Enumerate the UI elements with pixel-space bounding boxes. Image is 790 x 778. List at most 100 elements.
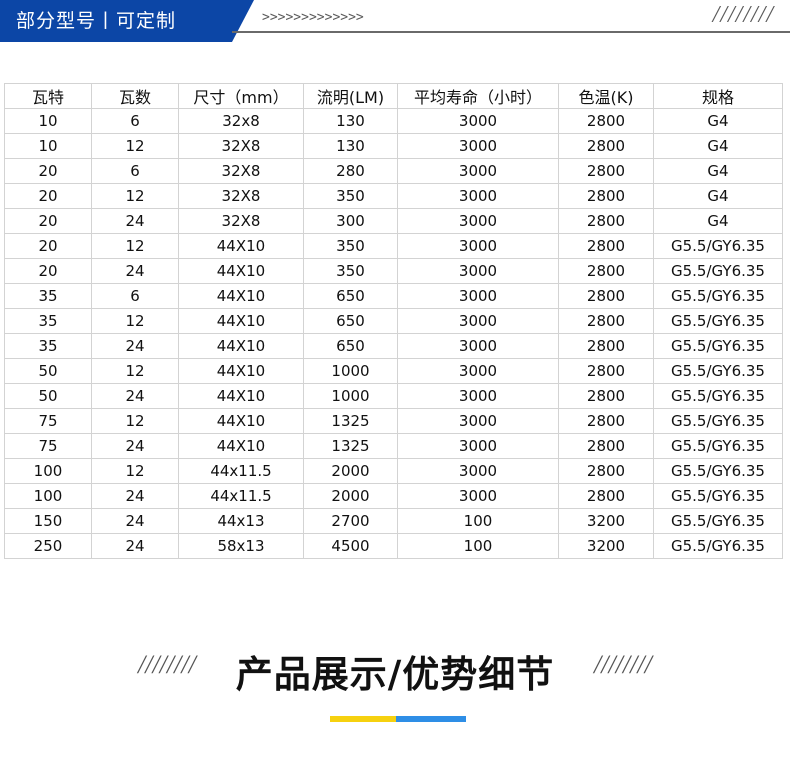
banner-arrows-decoration: >>>>>>>>>>>>> (262, 10, 364, 25)
table-cell: 20 (4, 233, 92, 259)
table-cell: 2800 (558, 233, 654, 259)
accent-bar-blue (396, 716, 466, 722)
table-cell: 2800 (558, 258, 654, 284)
table-cell: 150 (4, 508, 92, 534)
table-cell: G5.5/GY6.35 (653, 408, 783, 434)
table-cell: 2800 (558, 483, 654, 509)
table-cell: 32X8 (178, 158, 304, 184)
table-cell: 35 (4, 283, 92, 309)
table-cell: 6 (91, 158, 179, 184)
table-cell: G5.5/GY6.35 (653, 333, 783, 359)
table-row: 20 12 44X10 350 3000 2800 G5.5/GY6.35 (4, 233, 783, 259)
table-cell: 130 (303, 133, 398, 159)
table-cell: 2800 (558, 183, 654, 209)
table-header-row: 瓦特 瓦数 尺寸（mm） 流明(LM) 平均寿命（小时） 色温(K) 规格 (4, 83, 783, 109)
table-cell: G5.5/GY6.35 (653, 458, 783, 484)
table-row: 100 12 44x11.5 2000 3000 2800 G5.5/GY6.35 (4, 458, 783, 484)
table-row: 150 24 44x13 2700 100 3200 G5.5/GY6.35 (4, 508, 783, 534)
table-cell: 2800 (558, 333, 654, 359)
table-body: 10 6 32x8 130 3000 2800 G4 10 12 32X8 130 3000 2800 G… (4, 108, 783, 559)
table-cell: 44x11.5 (178, 483, 304, 509)
table-row: 100 24 44x11.5 2000 3000 2800 G5.5/GY6.35 (4, 483, 783, 509)
table-cell: 300 (303, 208, 398, 234)
table-cell: 24 (91, 483, 179, 509)
table-cell: 44X10 (178, 358, 304, 384)
table-cell: 32x8 (178, 108, 304, 134)
table-cell: 20 (4, 183, 92, 209)
table-cell: 3000 (397, 483, 559, 509)
table-cell: 12 (91, 308, 179, 334)
column-header: 规格 (653, 83, 783, 109)
table-cell: G5.5/GY6.35 (653, 258, 783, 284)
table-cell: 2800 (558, 408, 654, 434)
table-cell: 3000 (397, 283, 559, 309)
table-cell: G4 (653, 158, 783, 184)
table-cell: 12 (91, 183, 179, 209)
banner-slashes-decoration: //////// (712, 2, 774, 28)
table-cell: 3000 (397, 208, 559, 234)
table-row: 20 24 32X8 300 3000 2800 G4 (4, 208, 783, 234)
spec-table: 瓦特 瓦数 尺寸（mm） 流明(LM) 平均寿命（小时） 色温(K) 规格 10… (4, 83, 783, 559)
banner-divider-line (232, 31, 790, 33)
table-cell: 24 (91, 533, 179, 559)
table-cell: 280 (303, 158, 398, 184)
table-cell: 24 (91, 258, 179, 284)
table-cell: 20 (4, 208, 92, 234)
table-cell: 2700 (303, 508, 398, 534)
column-header: 色温(K) (558, 83, 654, 109)
table-cell: 1000 (303, 383, 398, 409)
table-cell: 44X10 (178, 433, 304, 459)
table-cell: G5.5/GY6.35 (653, 383, 783, 409)
table-cell: 44X10 (178, 333, 304, 359)
table-cell: 100 (4, 483, 92, 509)
table-row: 10 6 32x8 130 3000 2800 G4 (4, 108, 783, 134)
banner-title: 部分型号丨可定制 (16, 10, 177, 32)
table-cell: 44X10 (178, 233, 304, 259)
table-cell: 35 (4, 308, 92, 334)
table-cell: 2000 (303, 483, 398, 509)
table-cell: 3000 (397, 308, 559, 334)
table-cell: 2800 (558, 433, 654, 459)
table-cell: 12 (91, 408, 179, 434)
table-cell: 100 (397, 508, 559, 534)
table-cell: 24 (91, 383, 179, 409)
table-cell: G5.5/GY6.35 (653, 533, 783, 559)
table-row: 50 12 44X10 1000 3000 2800 G5.5/GY6.35 (4, 358, 783, 384)
column-header: 平均寿命（小时） (397, 83, 559, 109)
table-cell: 2800 (558, 383, 654, 409)
table-cell: 12 (91, 233, 179, 259)
table-cell: 10 (4, 133, 92, 159)
table-cell: 1325 (303, 433, 398, 459)
table-cell: 3000 (397, 408, 559, 434)
table-row: 20 12 32X8 350 3000 2800 G4 (4, 183, 783, 209)
section-title: 产品展示/优势细节 (235, 653, 555, 696)
table-cell: 24 (91, 333, 179, 359)
table-cell: 2800 (558, 158, 654, 184)
table-cell: 44X10 (178, 258, 304, 284)
table-cell: 250 (4, 533, 92, 559)
table-cell: 35 (4, 333, 92, 359)
table-cell: 100 (4, 458, 92, 484)
table-cell: G4 (653, 183, 783, 209)
table-cell: G5.5/GY6.35 (653, 483, 783, 509)
table-cell: 12 (91, 358, 179, 384)
table-cell: G5.5/GY6.35 (653, 283, 783, 309)
table-cell: 20 (4, 158, 92, 184)
table-cell: 32X8 (178, 208, 304, 234)
section-header: //////// 产品展示/优势细节 //////// (0, 640, 790, 700)
table-cell: G5.5/GY6.35 (653, 433, 783, 459)
table-cell: 24 (91, 208, 179, 234)
table-cell: 24 (91, 508, 179, 534)
table-cell: 2800 (558, 108, 654, 134)
table-row: 35 6 44X10 650 3000 2800 G5.5/GY6.35 (4, 283, 783, 309)
table-cell: 2800 (558, 358, 654, 384)
table-cell: 130 (303, 108, 398, 134)
table-cell: G5.5/GY6.35 (653, 358, 783, 384)
table-cell: 24 (91, 433, 179, 459)
table-cell: 3200 (558, 533, 654, 559)
table-cell: 75 (4, 408, 92, 434)
table-cell: 100 (397, 533, 559, 559)
table-cell: 1000 (303, 358, 398, 384)
table-cell: G4 (653, 108, 783, 134)
table-cell: 12 (91, 458, 179, 484)
